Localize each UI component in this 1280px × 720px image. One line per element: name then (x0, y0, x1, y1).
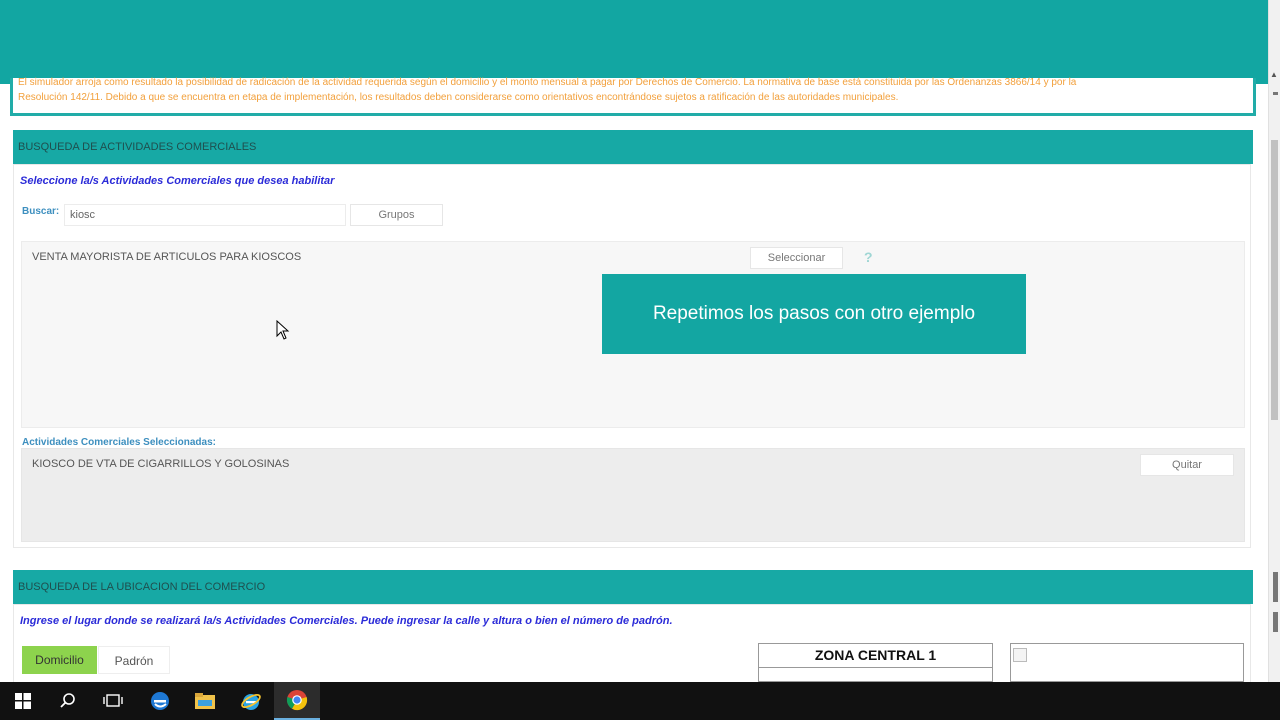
video-caption-overlay: Repetimos los pasos con otro ejemplo (602, 274, 1026, 354)
actividades-instruction: Seleccione la/s Actividades Comerciales … (20, 175, 335, 187)
scroll-up-icon[interactable]: ▲ (1270, 70, 1278, 79)
map-image-frame (1010, 643, 1244, 682)
scroll-marker (1273, 572, 1278, 602)
selected-activities-label: Actividades Comerciales Seleccionadas: (22, 437, 216, 448)
zona-box: ZONA CENTRAL 1 (758, 643, 993, 682)
search-icon[interactable] (45, 682, 91, 720)
disclaimer-notice: El simulador arroja como resultado la po… (10, 77, 1256, 116)
broken-image-icon (1013, 648, 1027, 662)
windows-taskbar (0, 682, 1280, 720)
page-scrollbar[interactable]: ▲ (1268, 0, 1280, 682)
selected-item-label: KIOSCO DE VTA DE CIGARRILLOS Y GOLOSINAS (32, 458, 290, 470)
internet-explorer-icon[interactable] (228, 682, 274, 720)
ubicacion-instruction: Ingrese el lugar donde se realizará la/s… (20, 615, 673, 627)
browser-page: El simulador arroja como resultado la po… (0, 0, 1268, 682)
search-label: Buscar: (22, 206, 60, 217)
top-banner (0, 0, 1268, 84)
mouse-cursor-icon (276, 320, 290, 340)
scrollbar-thumb[interactable] (1271, 140, 1278, 420)
notice-line-1: El simulador arroja como resultado la po… (18, 77, 1077, 88)
result-item-label: VENTA MAYORISTA DE ARTICULOS PARA KIOSCO… (32, 251, 302, 263)
scroll-marker (1273, 612, 1278, 632)
zona-title: ZONA CENTRAL 1 (759, 644, 992, 668)
scroll-marker (1273, 92, 1278, 95)
file-explorer-icon[interactable] (182, 682, 228, 720)
quitar-button[interactable]: Quitar (1140, 454, 1234, 476)
task-view-icon[interactable] (90, 682, 136, 720)
help-icon[interactable]: ? (864, 249, 873, 265)
seleccionar-button[interactable]: Seleccionar (750, 247, 843, 269)
tab-padron[interactable]: Padrón (98, 646, 170, 674)
edge-icon[interactable] (137, 682, 183, 720)
search-input[interactable] (64, 204, 346, 226)
grupos-button[interactable]: Grupos (350, 204, 443, 226)
actividades-section-header: BUSQUEDA DE ACTIVIDADES COMERCIALES (13, 130, 1253, 164)
windows-start-icon[interactable] (0, 682, 46, 720)
notice-line-2: Resolución 142/11. Debido a que se encue… (18, 92, 899, 103)
chrome-icon[interactable] (274, 682, 320, 720)
ubicacion-section-header: BUSQUEDA DE LA UBICACION DEL COMERCIO (13, 570, 1253, 604)
tab-domicilio[interactable]: Domicilio (22, 646, 97, 674)
